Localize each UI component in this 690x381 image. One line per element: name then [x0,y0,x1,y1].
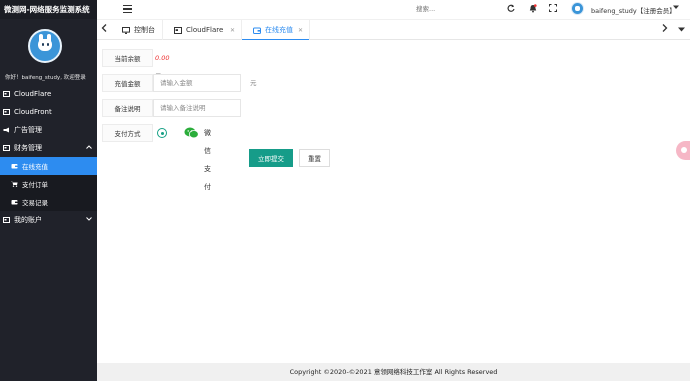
username[interactable]: baifeng_study【注册会员】 [591,5,676,15]
avatar-face [38,39,52,51]
cart-icon [11,181,18,187]
chevron-up-icon [86,144,92,151]
sidebar-item-transactions[interactable]: 交易记录 [0,193,97,211]
chevron-left-icon[interactable] [97,23,111,37]
sidebar-item-label: 广告管理 [14,126,42,134]
main-content: 当前余额 0.00 元 充值金额 元 备注说明 支付方式 微信支付 立即提交 重… [97,40,690,363]
fullscreen-icon[interactable] [548,4,557,13]
tab-bar: 控制台 CloudFlare ✕ 在线充值 ✕ [97,19,690,41]
sidebar-item-orders[interactable]: 支付订单 [0,175,97,193]
balance-label: 当前余额 [102,49,153,67]
submit-button[interactable]: 立即提交 [249,149,293,167]
card-icon [174,26,182,34]
notification-icon[interactable] [528,4,537,13]
search-input[interactable] [416,4,486,14]
top-header: baifeng_study【注册会员】 [97,0,690,19]
tab-cloudflare[interactable]: CloudFlare ✕ [163,20,242,40]
balance-display: 0.00 元 [155,49,170,80]
note-label: 备注说明 [102,99,153,117]
amount-label: 充值金额 [102,74,153,92]
tab-label: 控制台 [134,26,155,34]
avatar-eye-right [47,43,49,46]
avatar[interactable] [28,29,62,63]
avatar[interactable] [571,2,584,15]
sidebar-item-cloudfront[interactable]: CloudFront [0,103,97,121]
sidebar-item-ads[interactable]: 广告管理 [0,121,97,139]
refresh-icon[interactable] [506,4,515,13]
sidebar-item-label: 支付订单 [22,181,48,189]
sidebar-item-finance[interactable]: 财务管理 [0,139,97,157]
card-icon [3,91,10,97]
wallet-icon [253,27,261,34]
close-icon[interactable]: ✕ [230,27,235,34]
sidebar: 微测网-网络服务监测系统 你好！baifeng_study, 欢迎登录 Clou… [0,0,97,381]
caret-down-icon[interactable] [674,23,688,37]
card-icon [3,217,10,223]
user-profile: 你好！baifeng_study, 欢迎登录 [0,19,97,85]
reset-button[interactable]: 重置 [299,149,330,167]
welcome-text: 你好！baifeng_study, 欢迎登录 [5,75,86,81]
tab-dashboard[interactable]: 控制台 [111,20,163,40]
avatar-face [575,6,580,11]
amount-unit: 元 [250,79,257,87]
sidebar-item-label: CloudFront [14,108,52,116]
floating-action-button[interactable] [676,141,690,160]
chevron-down-icon [86,216,92,223]
sidebar-item-label: 我的账户 [14,216,42,224]
finance-submenu: 在线充值 支付订单 交易记录 [0,157,97,211]
sidebar-item-recharge[interactable]: 在线充值 [0,157,97,175]
tab-label: CloudFlare [186,26,224,34]
caret-down-icon[interactable] [673,4,679,12]
payment-option-label[interactable]: 微信支付 [204,124,211,196]
sidebar-item-label: 财务管理 [14,144,42,152]
sidebar-item-label: 交易记录 [22,199,48,207]
app-title: 微测网-网络服务监测系统 [0,0,97,19]
footer-copyright: Copyright ©2020-©2021 意领网络科技工作室 All Righ… [97,363,690,381]
megaphone-icon [3,127,10,133]
sidebar-item-label: CloudFlare [14,90,52,98]
tab-label: 在线充值 [265,26,293,34]
sidebar-item-account[interactable]: 我的账户 [0,211,97,229]
card-icon [3,145,10,151]
avatar-eye-left [42,43,44,46]
balance-value: 0.00 [155,54,170,62]
menu-icon[interactable] [123,5,132,13]
wallet-icon [11,163,18,169]
sidebar-item-cloudflare[interactable]: CloudFlare [0,85,97,103]
card-icon [3,109,10,115]
tab-recharge[interactable]: 在线充值 ✕ [242,20,310,41]
close-icon[interactable]: ✕ [298,27,303,34]
sidebar-item-label: 在线充值 [22,163,48,171]
amount-field[interactable] [153,74,241,92]
note-field[interactable] [153,99,241,117]
payment-radio[interactable] [157,128,167,138]
monitor-icon [122,26,130,34]
wallet-icon [11,199,18,205]
payment-label: 支付方式 [102,124,153,142]
chevron-right-icon[interactable] [658,23,672,37]
wechat-icon [184,127,199,139]
